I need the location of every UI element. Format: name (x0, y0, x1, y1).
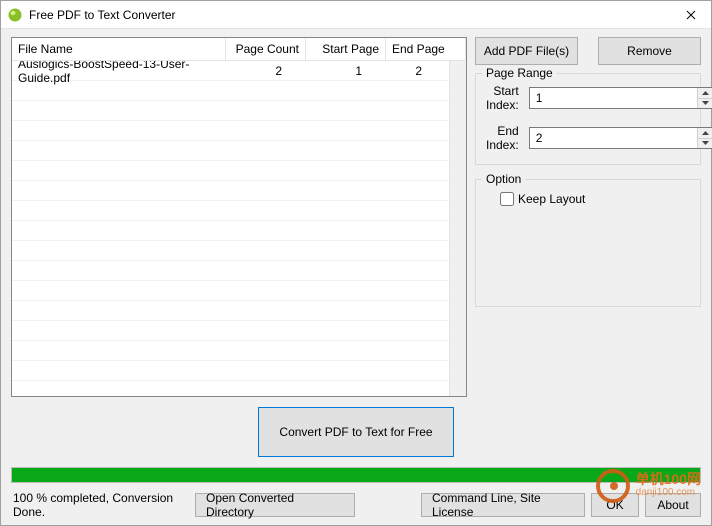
start-index-up[interactable] (698, 88, 712, 99)
app-window: Free PDF to Text Converter File Name Pag… (0, 0, 712, 526)
table-body: Auslogics-BoostSpeed-13-User-Guide.pdf 2… (12, 61, 449, 396)
status-text: 100 % completed, Conversion Done. (11, 491, 195, 519)
add-pdf-button[interactable]: Add PDF File(s) (475, 37, 578, 65)
cell-start: 1 (289, 61, 369, 82)
end-index-label: End Index: (486, 124, 519, 152)
col-header-file[interactable]: File Name (12, 38, 226, 61)
progress-bar (11, 467, 701, 483)
table-scrollbar[interactable] (449, 61, 466, 396)
keep-layout-checkbox[interactable] (500, 192, 514, 206)
remove-button[interactable]: Remove (598, 37, 701, 65)
option-group: Option Keep Layout (475, 179, 701, 307)
end-index-input[interactable] (530, 128, 697, 148)
end-index-down[interactable] (698, 139, 712, 149)
option-legend: Option (482, 172, 525, 186)
cell-file: Auslogics-BoostSpeed-13-User-Guide.pdf (12, 61, 209, 89)
col-header-count[interactable]: Page Count (226, 38, 306, 61)
title-bar: Free PDF to Text Converter (1, 1, 711, 29)
command-line-button[interactable]: Command Line, Site License (421, 493, 585, 517)
close-button[interactable] (671, 1, 711, 28)
convert-button[interactable]: Convert PDF to Text for Free (258, 407, 454, 457)
file-table[interactable]: File Name Page Count Start Page End Page… (11, 37, 467, 397)
table-header: File Name Page Count Start Page End Page (12, 38, 466, 61)
end-index-stepper[interactable] (529, 127, 712, 149)
about-button[interactable]: About (645, 493, 701, 517)
start-index-label: Start Index: (486, 84, 519, 112)
window-title: Free PDF to Text Converter (29, 8, 671, 22)
col-header-start[interactable]: Start Page (306, 38, 386, 61)
start-index-input[interactable] (530, 88, 697, 108)
footer-row: 100 % completed, Conversion Done. Open C… (11, 491, 701, 519)
keep-layout-label: Keep Layout (518, 192, 585, 206)
col-header-end[interactable]: End Page (386, 38, 466, 61)
app-icon (7, 7, 23, 23)
table-row[interactable]: Auslogics-BoostSpeed-13-User-Guide.pdf 2… (12, 61, 449, 81)
cell-count: 2 (209, 61, 289, 82)
start-index-down[interactable] (698, 99, 712, 109)
start-index-stepper[interactable] (529, 87, 712, 109)
page-range-legend: Page Range (482, 66, 557, 80)
cell-end: 2 (369, 61, 449, 82)
controls-column: Add PDF File(s) Remove Page Range Start … (475, 37, 701, 397)
content-area: File Name Page Count Start Page End Page… (1, 29, 711, 525)
top-row: File Name Page Count Start Page End Page… (11, 37, 701, 397)
ok-button[interactable]: OK (591, 493, 639, 517)
page-range-group: Page Range Start Index: End Index: (475, 73, 701, 165)
end-index-up[interactable] (698, 128, 712, 139)
open-directory-button[interactable]: Open Converted Directory (195, 493, 355, 517)
